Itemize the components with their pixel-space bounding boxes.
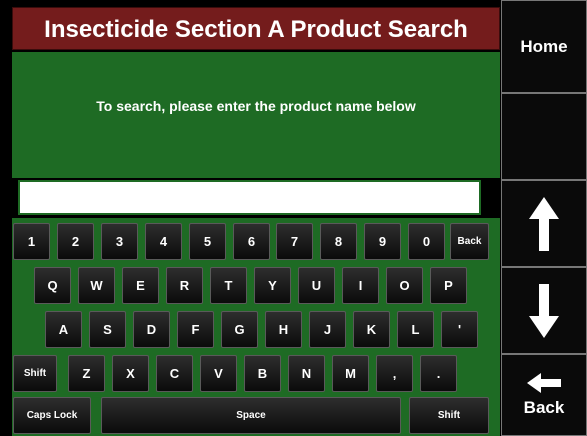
key-q[interactable]: Q bbox=[34, 267, 71, 304]
scroll-up-button[interactable] bbox=[501, 180, 587, 267]
key-5[interactable]: 5 bbox=[189, 223, 226, 260]
key-8[interactable]: 8 bbox=[320, 223, 357, 260]
key-apostrophe[interactable]: ' bbox=[441, 311, 478, 348]
home-button[interactable]: Home bbox=[501, 0, 587, 93]
key-comma[interactable]: , bbox=[376, 355, 413, 392]
key-o[interactable]: O bbox=[386, 267, 423, 304]
page-title: Insecticide Section A Product Search bbox=[12, 7, 500, 50]
key-1[interactable]: 1 bbox=[13, 223, 50, 260]
back-label: Back bbox=[523, 398, 565, 417]
arrow-left-icon bbox=[527, 373, 561, 393]
search-input[interactable] bbox=[18, 180, 481, 215]
back-button[interactable]: Back bbox=[501, 354, 587, 436]
search-instructions: To search, please enter the product name… bbox=[96, 98, 416, 114]
on-screen-keyboard: 1 2 3 4 5 6 7 8 9 0 Back Q W E R T Y U I… bbox=[12, 218, 500, 436]
key-7[interactable]: 7 bbox=[276, 223, 313, 260]
key-period[interactable]: . bbox=[420, 355, 457, 392]
key-caps-lock[interactable]: Caps Lock bbox=[13, 397, 91, 434]
key-0[interactable]: 0 bbox=[408, 223, 445, 260]
key-j[interactable]: J bbox=[309, 311, 346, 348]
key-shift-right[interactable]: Shift bbox=[409, 397, 489, 434]
key-s[interactable]: S bbox=[89, 311, 126, 348]
key-w[interactable]: W bbox=[78, 267, 115, 304]
key-a[interactable]: A bbox=[45, 311, 82, 348]
arrow-up-icon bbox=[529, 196, 559, 251]
key-6[interactable]: 6 bbox=[233, 223, 270, 260]
key-p[interactable]: P bbox=[430, 267, 467, 304]
key-f[interactable]: F bbox=[177, 311, 214, 348]
key-e[interactable]: E bbox=[122, 267, 159, 304]
key-d[interactable]: D bbox=[133, 311, 170, 348]
key-t[interactable]: T bbox=[210, 267, 247, 304]
key-9[interactable]: 9 bbox=[364, 223, 401, 260]
key-2[interactable]: 2 bbox=[57, 223, 94, 260]
home-label: Home bbox=[520, 36, 568, 56]
key-k[interactable]: K bbox=[353, 311, 390, 348]
key-space[interactable]: Space bbox=[101, 397, 401, 434]
key-r[interactable]: R bbox=[166, 267, 203, 304]
key-backspace[interactable]: Back bbox=[450, 223, 489, 260]
key-h[interactable]: H bbox=[265, 311, 302, 348]
key-n[interactable]: N bbox=[288, 355, 325, 392]
key-m[interactable]: M bbox=[332, 355, 369, 392]
key-g[interactable]: G bbox=[221, 311, 258, 348]
key-v[interactable]: V bbox=[200, 355, 237, 392]
key-l[interactable]: L bbox=[397, 311, 434, 348]
scroll-down-button[interactable] bbox=[501, 267, 587, 354]
key-u[interactable]: U bbox=[298, 267, 335, 304]
key-3[interactable]: 3 bbox=[101, 223, 138, 260]
key-c[interactable]: C bbox=[156, 355, 193, 392]
key-y[interactable]: Y bbox=[254, 267, 291, 304]
key-b[interactable]: B bbox=[244, 355, 281, 392]
key-x[interactable]: X bbox=[112, 355, 149, 392]
arrow-down-icon bbox=[529, 283, 559, 338]
key-4[interactable]: 4 bbox=[145, 223, 182, 260]
key-shift-left[interactable]: Shift bbox=[13, 355, 57, 392]
key-z[interactable]: Z bbox=[68, 355, 105, 392]
key-i[interactable]: I bbox=[342, 267, 379, 304]
prompt-panel bbox=[12, 52, 500, 178]
blank-side-panel bbox=[501, 93, 587, 180]
